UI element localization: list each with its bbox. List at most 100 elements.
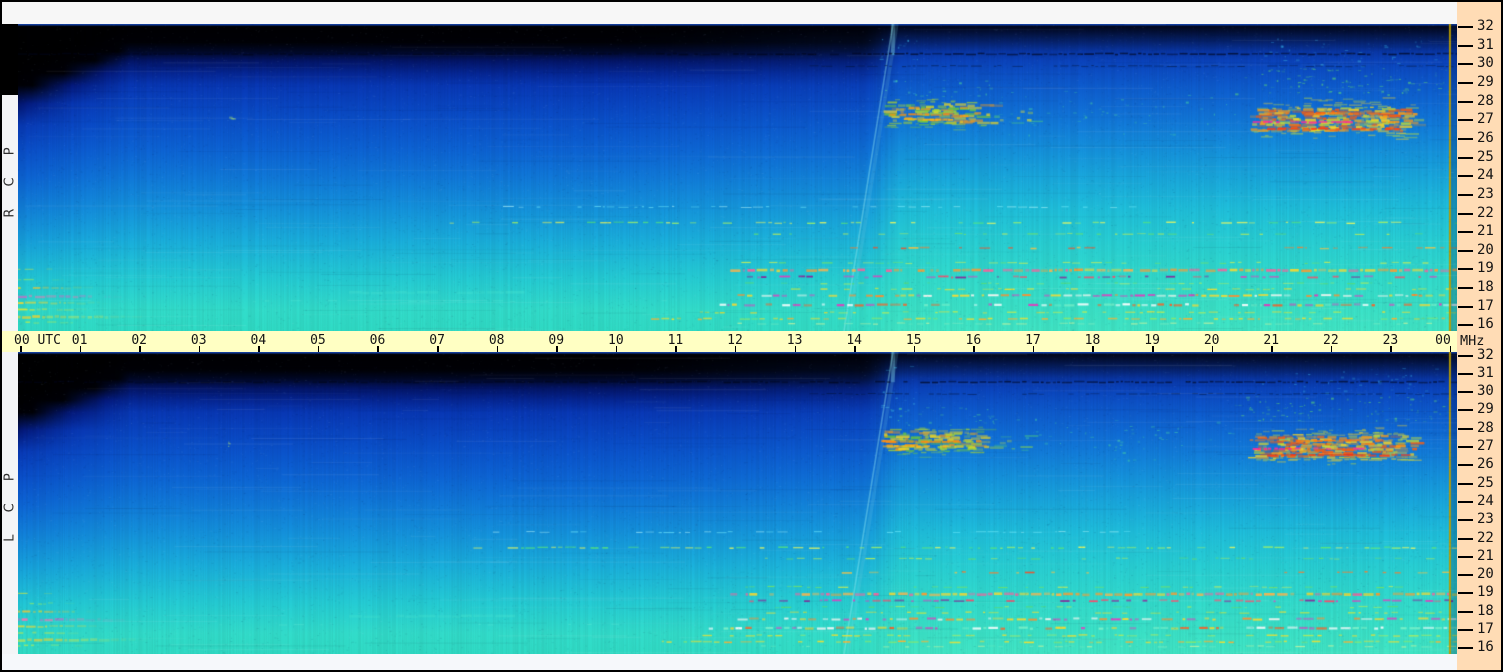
time-tick-label: 02 [131,333,147,348]
freq-tick-label: 21 [1477,547,1494,564]
freq-tick [1458,287,1473,290]
time-tick-label: 03 [190,333,207,348]
freq-tick [1458,63,1473,66]
time-tick-label: 00 [1435,333,1451,348]
freq-tick-label: 23 [1477,511,1494,528]
freq-tick [1458,446,1473,448]
freq-tick-label: 28 [1477,92,1494,109]
freq-tick [1458,137,1473,140]
time-tick-label: 17 [1025,333,1041,348]
dps-spectrogram-window: { "window_title": "AJ4CO Observatory 03 … [0,0,1503,672]
freq-tick-label: 28 [1477,419,1494,436]
freq-tick [1458,592,1473,595]
time-tick-label: 23 [1382,333,1399,348]
freq-tick-label: 19 [1477,260,1494,277]
frequency-scale-column: MHz 32 31 30 29 28 27 26 25 24 23 22 21 20 19 18 17 16 32… [1457,2,1501,670]
freq-tick [1458,324,1473,327]
freq-tick-label: 29 [1477,73,1494,90]
time-tick-label: 09 [548,333,565,348]
freq-tick [1458,555,1473,558]
time-tick-label: 06 [369,333,386,348]
freq-tick [1458,519,1473,522]
freq-tick-label: 27 [1477,438,1494,454]
freq-tick-label: 20 [1477,241,1494,258]
time-tick-label: 18 [1084,333,1101,348]
freq-tick-label: 23 [1477,185,1494,202]
freq-tick-label: 30 [1477,383,1494,400]
time-tick-label: 13 [786,333,803,348]
freq-tick [1458,26,1473,28]
freq-tick [1458,610,1473,613]
freq-tick-label: 17 [1477,621,1494,637]
freq-tick-label: 26 [1477,129,1494,146]
freq-tick-label: 25 [1477,474,1494,491]
freq-tick-label: 19 [1477,584,1494,601]
freq-tick-label: 32 [1477,18,1494,34]
time-tick-label: 01 [71,333,88,348]
time-tick-label: 21 [1263,333,1280,348]
bottom-margin-strip [2,654,1457,670]
freq-tick [1458,537,1473,540]
freq-tick-label: 22 [1477,204,1494,221]
freq-tick [1458,249,1473,252]
freq-tick-label: 21 [1477,223,1494,240]
freq-tick [1458,305,1473,308]
freq-tick-label: 17 [1477,297,1494,314]
freq-tick [1458,391,1473,394]
time-tick-label: 19 [1144,333,1160,348]
freq-tick-label: 20 [1477,566,1494,583]
time-tick-label: 00 UTC [14,333,61,348]
freq-tick [1458,231,1473,234]
rcp-label-text: R C P [2,138,18,218]
time-tick-label: 20 [1203,333,1220,348]
freq-tick-label: 16 [1477,639,1494,656]
freq-tick-label: 22 [1477,529,1494,546]
freq-tick-label: 31 [1477,364,1494,381]
time-tick-label: 11 [667,333,684,348]
freq-tick [1458,175,1473,178]
freq-tick [1458,44,1473,47]
freq-tick-label: 32 [1477,346,1494,363]
freq-tick [1458,372,1473,375]
freq-tick-label: 25 [1477,148,1494,165]
time-tick-label: 12 [727,333,743,348]
freq-tick [1458,268,1473,271]
freq-tick [1458,647,1473,650]
time-axis-strip: 00 UTC 01 02 03 04 05 06 07 08 09 10 11 12 13 14 15 16 17… [2,331,1457,352]
freq-tick-label: 26 [1477,456,1494,473]
rcp-spectrogram-canvas [18,24,1457,331]
freq-tick-label: 18 [1477,602,1494,619]
time-tick-label: 16 [965,333,982,348]
time-tick-label: 04 [250,333,267,348]
time-tick-label: 05 [310,333,326,348]
freq-tick [1458,574,1473,577]
freq-tick-label: 27 [1477,111,1494,128]
freq-tick-label: 18 [1477,279,1494,296]
title-bar: AJ4CO Observatory 03 Nov 2015 - DPS on T… [2,2,1457,44]
time-tick-label: 08 [488,333,505,348]
freq-tick-label: 24 [1477,167,1494,184]
freq-tick [1458,482,1473,485]
lcp-spectrogram-canvas [18,352,1457,654]
freq-tick-label: 29 [1477,401,1494,418]
time-tick-label: 15 [905,333,922,348]
freq-tick [1458,354,1473,357]
freq-tick [1458,156,1473,159]
freq-tick-label: 24 [1477,492,1494,509]
freq-tick [1458,409,1473,412]
time-tick-label: 07 [429,333,445,348]
lcp-label-text: L C P [2,464,18,542]
freq-tick [1458,464,1473,467]
freq-tick-label: 16 [1477,316,1494,333]
freq-tick-label: 31 [1477,36,1494,53]
freq-tick-label: 30 [1477,55,1494,72]
freq-tick [1458,81,1473,84]
time-tick-label: 14 [846,333,862,348]
freq-tick [1458,427,1473,430]
freq-tick [1458,629,1473,631]
freq-tick [1458,100,1473,103]
time-tick-label: 22 [1323,333,1339,348]
freq-tick [1458,212,1473,215]
time-tick-label: 10 [608,333,624,348]
freq-tick [1458,500,1473,503]
